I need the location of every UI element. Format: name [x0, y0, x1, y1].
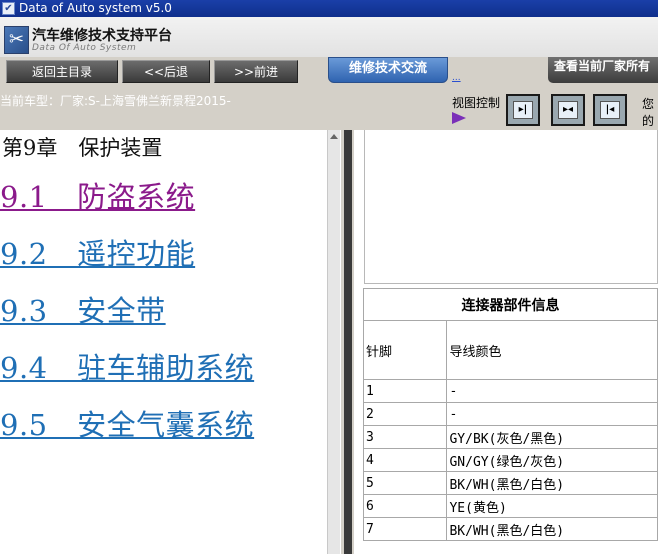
splitter-handle[interactable]	[344, 130, 352, 554]
expand-left-button[interactable]: |◂	[593, 94, 627, 126]
pin-cell: 7	[362, 517, 448, 541]
home-button[interactable]: 返回主目录	[6, 60, 118, 83]
split-view-button[interactable]: ▸◂	[551, 94, 585, 126]
wire-color-cell: -	[446, 379, 658, 403]
scroll-up-icon[interactable]	[330, 134, 338, 139]
wire-color-header: 导线颜色	[446, 320, 658, 380]
pin-header: 针脚	[362, 320, 448, 380]
wire-color-cell: BK/WH(黑色/白色)	[446, 517, 658, 541]
play-arrow-icon	[452, 112, 466, 124]
pane-left-icon: |◂	[600, 101, 620, 119]
back-button[interactable]: <<后退	[122, 60, 210, 83]
wire-color-cell: BK/WH(黑色/白色)	[446, 471, 658, 495]
table-row: 7 BK/WH(黑色/白色)	[362, 517, 658, 541]
wire-color-cell: GN/GY(绿色/灰色)	[446, 448, 658, 472]
pane-right-icon: ▸|	[513, 101, 533, 119]
table-row: 4 GN/GY(绿色/灰色)	[362, 448, 658, 472]
table-row: 6 YE(黄色)	[362, 494, 658, 518]
view-control-label: 视图控制	[452, 96, 501, 110]
pin-cell: 3	[362, 425, 448, 449]
wire-color-cell: GY/BK(灰色/黑色)	[446, 425, 658, 449]
table-row: 2 -	[362, 402, 658, 426]
wire-color-cell: -	[446, 402, 658, 426]
chapter-title: 第9章 保护装置	[2, 136, 163, 160]
app-subtitle: Data Of Auto System	[32, 43, 137, 53]
current-vehicle-label: 当前车型：厂家:S-上海雪佛兰新景程2015-	[0, 94, 231, 108]
pin-cell: 6	[362, 494, 448, 518]
toc-link-airbag[interactable]: 9.5 安全气囊系统	[0, 402, 254, 444]
table-row: 1 -	[362, 379, 658, 403]
toc-pane: 第9章 保护装置 9.1 防盗系统 9.2 遥控功能 9.3 安全带 9.4 驻…	[0, 130, 340, 554]
repair-exchange-tab[interactable]: 维修技术交流	[328, 57, 448, 83]
connector-table-title: 连接器部件信息	[363, 288, 658, 321]
window-title: Data of Auto system v5.0	[19, 1, 172, 15]
toc-link-seatbelt[interactable]: 9.3 安全带	[0, 288, 166, 330]
connector-image-area	[364, 130, 658, 284]
right-info-line1: 您的	[642, 97, 655, 128]
toc-scrollbar[interactable]	[327, 130, 340, 554]
view-all-tab[interactable]: 查看当前厂家所有	[548, 57, 658, 83]
pin-cell: 4	[362, 448, 448, 472]
toc-link-parking-assist[interactable]: 9.4 驻车辅助系统	[0, 345, 254, 387]
connector-table: 连接器部件信息 针脚 导线颜色 1 - 2 - 3 GY/BK(灰色/黑色) 4…	[362, 288, 658, 541]
pin-cell: 2	[362, 402, 448, 426]
app-title: 汽车维修技术支持平台	[32, 28, 172, 44]
pin-cell: 1	[362, 379, 448, 403]
repair-exchange-link[interactable]: ...	[452, 73, 461, 83]
forward-button[interactable]: >>前进	[214, 60, 298, 83]
toc-link-antitheft[interactable]: 9.1 防盗系统	[0, 174, 195, 216]
table-row: 3 GY/BK(灰色/黑色)	[362, 425, 658, 449]
tools-logo-icon: ✂	[4, 26, 29, 54]
wire-color-cell: YE(黄色)	[446, 494, 658, 518]
pin-cell: 5	[362, 471, 448, 495]
table-row: 5 BK/WH(黑色/白色)	[362, 471, 658, 495]
split-icon: ▸◂	[558, 101, 578, 119]
toc-link-remote[interactable]: 9.2 遥控功能	[0, 231, 195, 273]
app-icon: ✔	[2, 2, 15, 15]
expand-right-button[interactable]: ▸|	[506, 94, 540, 126]
window-title-bar: ✔ Data of Auto system v5.0	[0, 0, 658, 17]
